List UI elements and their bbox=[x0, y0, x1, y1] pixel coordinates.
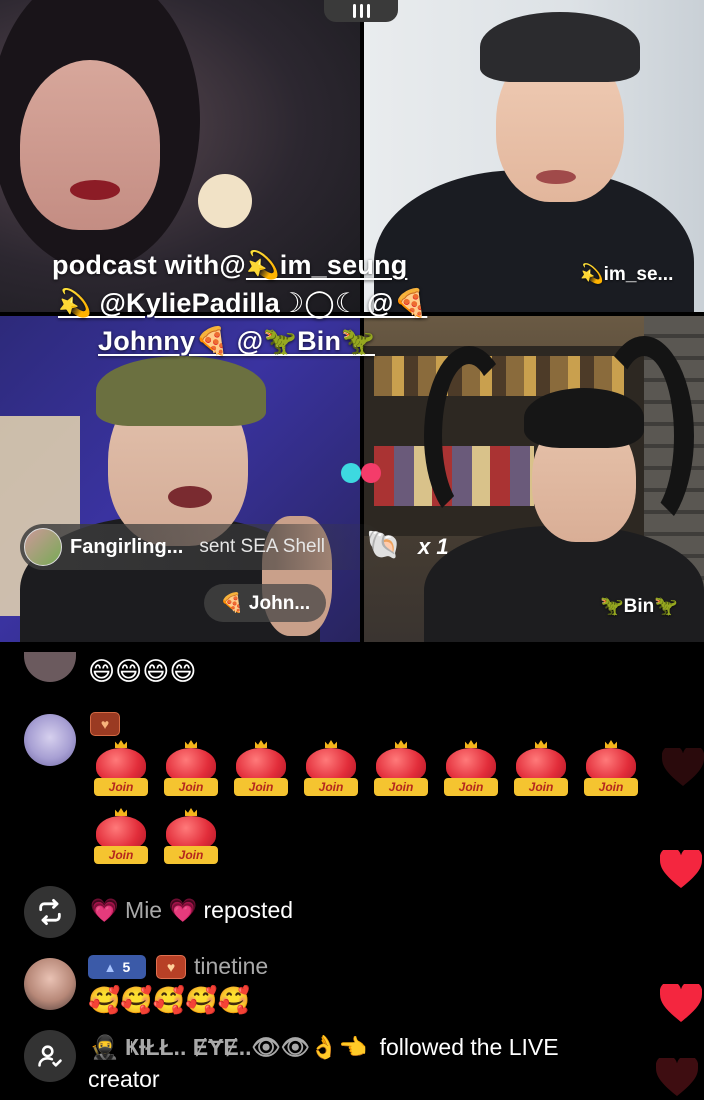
join-label: Join bbox=[234, 778, 288, 796]
chat-user-tinetine[interactable]: tinetine bbox=[194, 953, 268, 980]
title-mention-line3[interactable]: Johnny🍕 @🦖Bin🦖 bbox=[52, 322, 492, 360]
join-sticker: Join bbox=[582, 740, 640, 798]
host-face bbox=[20, 60, 160, 230]
repost-message: 💗 Mie 💗 reposted bbox=[90, 897, 293, 924]
follow-action-cont: creator bbox=[88, 1066, 160, 1092]
floating-heart-icon bbox=[656, 1058, 698, 1096]
chat-emojis-top: 😄😄😄😄 bbox=[88, 656, 197, 686]
join-label: Join bbox=[304, 778, 358, 796]
video-grid: 💫im_se... 🍕 John... 🦖Bin🦖 podcast with@💫… bbox=[0, 0, 704, 642]
teal-dot-icon bbox=[341, 463, 361, 483]
join-sticker: Join bbox=[162, 808, 220, 866]
johnny-cap bbox=[96, 356, 266, 426]
gift-count: x 1 bbox=[418, 534, 449, 559]
join-mascot-icon bbox=[236, 748, 286, 782]
crown-icon bbox=[255, 740, 267, 748]
crown-icon bbox=[115, 740, 127, 748]
bin-shirt bbox=[424, 526, 704, 642]
crown-icon bbox=[115, 808, 127, 816]
join-sticker: Join bbox=[442, 740, 500, 798]
title-prefix: podcast with@ bbox=[52, 250, 246, 280]
chat-emojis-tinetine: 🥰🥰🥰🥰🥰 bbox=[88, 985, 250, 1015]
join-mascot-icon bbox=[586, 748, 636, 782]
crown-icon bbox=[395, 740, 407, 748]
im-seung-cap bbox=[480, 12, 640, 82]
join-mascot-icon bbox=[446, 748, 496, 782]
follow-message: 🥷 ҜƗŁŁ.. ɆɎɆ..👁👁👌👈 followed the LIVE bbox=[90, 1034, 559, 1061]
repost-action: reposted bbox=[203, 897, 294, 923]
join-label: Join bbox=[94, 778, 148, 796]
join-sticker: Join bbox=[232, 740, 290, 798]
participant-video-johnny[interactable]: 🍕 John... bbox=[0, 316, 360, 642]
crown-icon bbox=[325, 740, 337, 748]
join-sticker: Join bbox=[302, 740, 360, 798]
crown-icon bbox=[465, 740, 477, 748]
follow-icon bbox=[24, 1030, 76, 1082]
participant-tag-im-seung[interactable]: 💫im_se... bbox=[580, 262, 673, 286]
host-lips bbox=[70, 180, 120, 200]
join-sticker: Join bbox=[512, 740, 570, 798]
avatar[interactable] bbox=[24, 958, 76, 1010]
repost-icon bbox=[24, 886, 76, 938]
crown-icon bbox=[185, 740, 197, 748]
crown-icon bbox=[185, 808, 197, 816]
light-orb bbox=[198, 174, 252, 228]
pink-dot-icon bbox=[361, 463, 381, 483]
join-mascot-icon bbox=[516, 748, 566, 782]
join-label: Join bbox=[444, 778, 498, 796]
join-sticker-grid: Join Join Join Join Join Join Join Join Join Join bbox=[92, 740, 652, 866]
follow-user-name[interactable]: 🥷 ҜƗŁŁ.. ɆɎɆ..👁👁👌👈 bbox=[90, 1034, 367, 1060]
join-label: Join bbox=[164, 846, 218, 864]
floating-heart-icon bbox=[660, 850, 702, 888]
crown-icon bbox=[605, 740, 617, 748]
chat-feed[interactable] bbox=[0, 642, 704, 1100]
fan-level-badge: ♥ bbox=[90, 712, 120, 736]
participant-tag-bin[interactable]: 🦖Bin🦖 bbox=[600, 594, 678, 618]
join-mascot-icon bbox=[96, 816, 146, 850]
join-sticker: Join bbox=[92, 740, 150, 798]
floating-heart-icon bbox=[662, 748, 704, 786]
join-sticker: Join bbox=[162, 740, 220, 798]
crown-icon bbox=[535, 740, 547, 748]
avatar[interactable] bbox=[24, 714, 76, 766]
join-mascot-icon bbox=[166, 816, 216, 850]
title-mention-line2[interactable]: 💫 @KyliePadilla☽◯☾ @🍕 bbox=[52, 284, 492, 322]
join-mascot-icon bbox=[306, 748, 356, 782]
heart-emoji-left: 💗 bbox=[90, 897, 119, 923]
join-label: Join bbox=[374, 778, 428, 796]
floating-heart-icon bbox=[660, 984, 702, 1022]
follow-action: followed the LIVE bbox=[379, 1034, 559, 1060]
title-mention-im-seung[interactable]: 💫im_seung bbox=[246, 250, 407, 280]
participant-tag-johnny[interactable]: 🍕 John... bbox=[204, 584, 327, 622]
join-sticker: Join bbox=[372, 740, 430, 798]
join-mascot-icon bbox=[376, 748, 426, 782]
join-label: Join bbox=[164, 778, 218, 796]
johnny-mouth bbox=[168, 486, 212, 508]
im-seung-lips bbox=[536, 170, 576, 184]
join-mascot-icon bbox=[166, 748, 216, 782]
join-label: Join bbox=[94, 846, 148, 864]
fan-heart-badge: ♥ bbox=[156, 955, 186, 979]
level-badge: ▲ 5 bbox=[88, 955, 146, 979]
heart-emoji-right: 💗 bbox=[168, 897, 198, 923]
bin-hair bbox=[524, 388, 644, 448]
stream-title: podcast with@💫im_seung 💫 @KyliePadilla☽◯… bbox=[52, 246, 492, 360]
level-number: 5 bbox=[122, 959, 131, 975]
horn-left bbox=[424, 346, 514, 526]
join-label: Join bbox=[514, 778, 568, 796]
gift-sender-name[interactable]: Fangirling... bbox=[70, 536, 183, 559]
sea-shell-icon: 🐚 bbox=[366, 529, 401, 560]
gift-sender-avatar bbox=[24, 528, 62, 566]
gift-action: sent SEA Shell bbox=[199, 536, 326, 557]
level-triangle-icon: ▲ bbox=[103, 959, 117, 975]
gift-banner: Fangirling... sent SEA Shell bbox=[20, 524, 386, 570]
panel-drag-handle[interactable] bbox=[324, 0, 398, 22]
join-sticker: Join bbox=[92, 808, 150, 866]
join-mascot-icon bbox=[96, 748, 146, 782]
participant-video-bin[interactable]: 🦖Bin🦖 bbox=[364, 316, 704, 642]
join-label: Join bbox=[584, 778, 638, 796]
repost-user-name[interactable]: Mie bbox=[125, 897, 162, 923]
